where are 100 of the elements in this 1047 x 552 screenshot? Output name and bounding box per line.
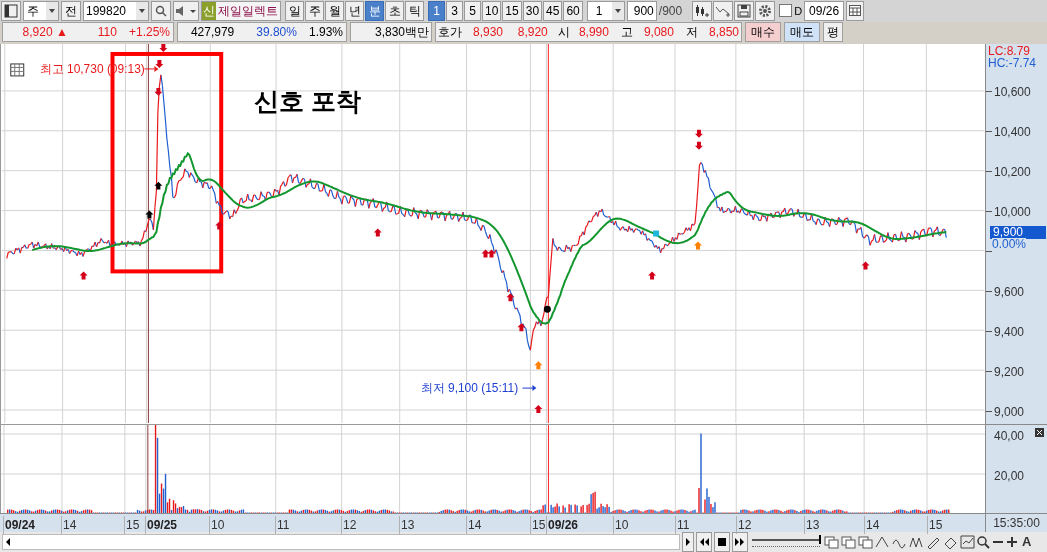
stop-icon bbox=[718, 538, 726, 546]
change-tag: 0.00% bbox=[992, 238, 1027, 250]
leader-line bbox=[521, 385, 537, 392]
settings-button[interactable] bbox=[755, 0, 776, 21]
save-button[interactable] bbox=[734, 0, 755, 21]
sound-button[interactable] bbox=[173, 0, 199, 21]
volume-ratio: 39.80% bbox=[256, 24, 297, 42]
chart-window-icon[interactable] bbox=[960, 535, 975, 549]
high-label: 고 bbox=[620, 24, 633, 42]
code-input[interactable]: 199820 bbox=[83, 0, 149, 21]
rewind-icon bbox=[698, 537, 710, 547]
calendar-button[interactable] bbox=[846, 0, 865, 21]
period-tab[interactable]: 3 bbox=[446, 0, 463, 21]
trend-line-icon[interactable] bbox=[875, 535, 890, 549]
pencil-icon[interactable] bbox=[926, 535, 941, 549]
add-line-button[interactable] bbox=[713, 0, 734, 21]
signal-marker-icon bbox=[653, 230, 660, 237]
stock-name: 제일일렉트 bbox=[218, 2, 278, 20]
market-dropdown[interactable]: 주 bbox=[23, 0, 59, 21]
interval-tab[interactable]: 주 bbox=[305, 0, 324, 21]
add-candle-button[interactable] bbox=[692, 0, 713, 21]
plus-icon[interactable] bbox=[1006, 536, 1018, 548]
settings-icon bbox=[758, 3, 773, 18]
up-arrow-icon bbox=[534, 405, 543, 414]
windows-icon[interactable] bbox=[841, 535, 856, 549]
up-arrow-icon bbox=[79, 271, 88, 280]
up-arrow-icon bbox=[517, 323, 526, 332]
up-arrow-icon bbox=[154, 181, 163, 190]
period-tab[interactable]: 30 bbox=[522, 0, 543, 21]
up-arrow-icon bbox=[861, 261, 870, 270]
axis-label: 20,00 bbox=[994, 468, 1025, 485]
up-arrow-icon bbox=[215, 221, 224, 230]
d-label: D bbox=[794, 3, 803, 19]
stop-button[interactable] bbox=[714, 532, 730, 552]
low-label: 저 bbox=[685, 24, 698, 42]
multiplier-dropdown[interactable]: 1 bbox=[586, 0, 625, 21]
up-arrow-icon bbox=[373, 228, 382, 237]
period-tab[interactable]: 60 bbox=[563, 0, 583, 21]
leader-line bbox=[143, 65, 159, 72]
cursor-time: 15:35:00 bbox=[993, 515, 1040, 532]
trade-volume: 427,979 bbox=[190, 24, 235, 42]
period-tab[interactable]: 45 bbox=[543, 0, 563, 21]
close-icon bbox=[1035, 428, 1044, 437]
interval-tab[interactable]: 월 bbox=[325, 0, 344, 21]
up-arrow-icon bbox=[648, 271, 657, 280]
high-price: 9,080 bbox=[642, 24, 674, 42]
up-arrow-icon bbox=[506, 293, 515, 302]
font-button[interactable]: A bbox=[1020, 532, 1034, 552]
search-button[interactable] bbox=[151, 0, 171, 21]
stock-name-field[interactable]: 신 제일일렉트 bbox=[201, 0, 281, 21]
search-icon[interactable] bbox=[977, 535, 990, 549]
peak-line-icon[interactable] bbox=[909, 535, 924, 549]
signal-marker-icon bbox=[543, 305, 551, 313]
axis-label: 10,200 bbox=[994, 164, 1031, 181]
axis-label: 9,000 bbox=[994, 404, 1025, 421]
ask-label: 호가 bbox=[438, 24, 462, 42]
badge: 신 bbox=[202, 1, 216, 20]
save-icon bbox=[737, 3, 752, 18]
change-percent: +1.25% bbox=[128, 24, 170, 42]
price-change: 110 bbox=[97, 24, 117, 42]
period-tab[interactable]: 10 bbox=[482, 0, 502, 21]
count-input[interactable]: 900 bbox=[626, 0, 657, 21]
axis-label: 9,200 bbox=[994, 364, 1025, 381]
open-label: 시 bbox=[557, 24, 570, 42]
axis-label: 10,000 bbox=[994, 204, 1031, 221]
axis-label: 9,600 bbox=[994, 284, 1025, 301]
interval-tab[interactable]: 일 bbox=[285, 0, 304, 21]
period-tab[interactable]: 1 bbox=[428, 0, 445, 21]
scroll-right-button[interactable] bbox=[682, 532, 694, 552]
fast-forward-button[interactable] bbox=[732, 532, 748, 552]
caret-icon bbox=[46, 1, 58, 20]
turnover-rate: 1.93% bbox=[308, 24, 343, 42]
interval-tab[interactable]: 틱 bbox=[405, 0, 424, 21]
axis-label: 10,600 bbox=[994, 84, 1031, 101]
caret-icon bbox=[611, 1, 624, 20]
low-price: 8,850 bbox=[707, 24, 739, 42]
current-price: 8,920 ▲ bbox=[22, 24, 68, 42]
down-arrow-icon bbox=[154, 87, 163, 96]
average-button[interactable]: 평 bbox=[823, 22, 843, 43]
count-total: /900 bbox=[658, 2, 683, 20]
table-icon bbox=[10, 63, 25, 77]
interval-tab[interactable]: 초 bbox=[385, 0, 404, 21]
panel-toggle-button[interactable] bbox=[1, 0, 21, 21]
interval-tab[interactable]: 분 bbox=[365, 0, 384, 21]
d-checkbox[interactable] bbox=[779, 4, 793, 18]
right-arrow-icon bbox=[684, 537, 692, 547]
buy-button[interactable]: 매수 bbox=[745, 22, 781, 43]
sell-button[interactable]: 매도 bbox=[784, 22, 820, 43]
zoom-slider[interactable] bbox=[750, 534, 822, 550]
fast-forward-icon bbox=[734, 537, 746, 547]
period-tab[interactable]: 15 bbox=[502, 0, 522, 21]
search-icon bbox=[155, 4, 167, 17]
date-input[interactable]: 09/26 bbox=[804, 0, 845, 21]
interval-tab[interactable]: 년 bbox=[345, 0, 364, 21]
scrollbar[interactable] bbox=[2, 534, 680, 550]
axis-label: 40,00 bbox=[994, 428, 1025, 445]
previous-button[interactable]: 전 bbox=[61, 0, 81, 21]
ask-price: 8,930 bbox=[472, 24, 504, 42]
rewind-button[interactable] bbox=[696, 532, 712, 552]
period-tab[interactable]: 5 bbox=[464, 0, 481, 21]
